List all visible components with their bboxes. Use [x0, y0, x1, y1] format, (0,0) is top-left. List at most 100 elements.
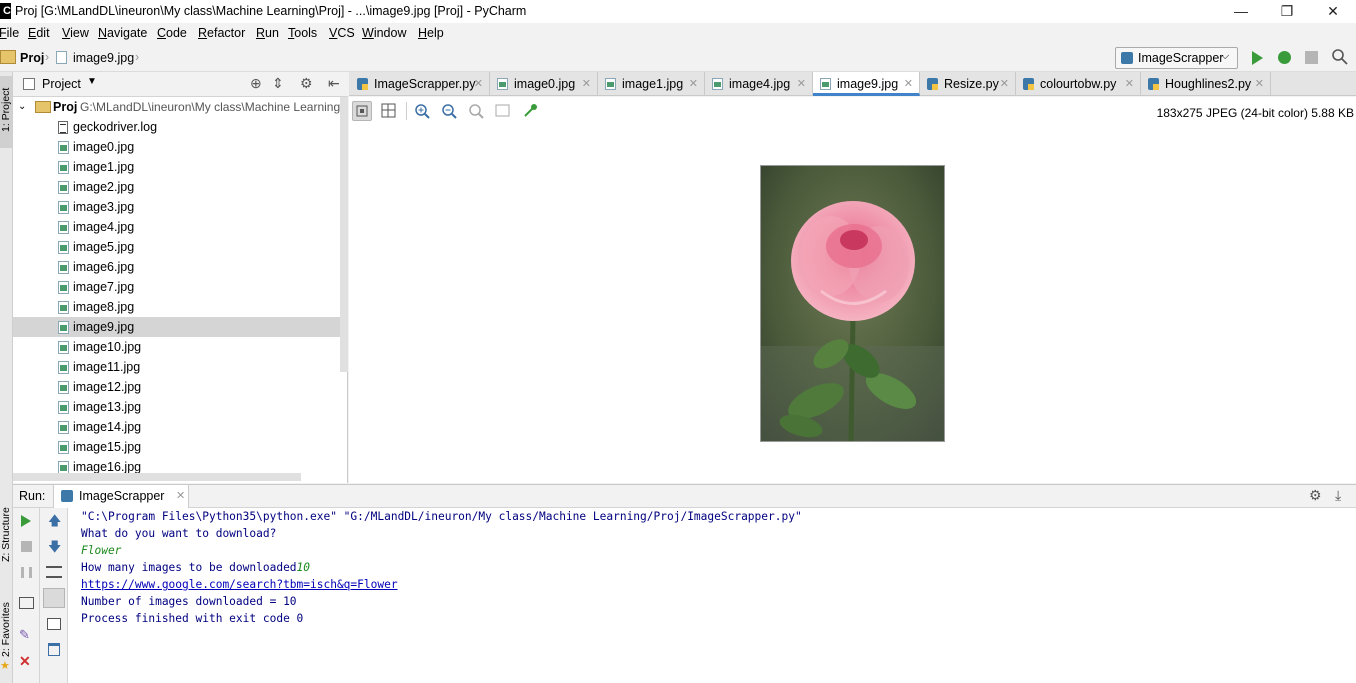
- run-configuration-select[interactable]: ImageScrapper ⌵: [1115, 47, 1238, 69]
- locate-icon[interactable]: ⊕: [250, 75, 262, 92]
- stop-icon[interactable]: [21, 541, 32, 552]
- minimize-button[interactable]: —: [1218, 0, 1264, 23]
- close-tab-icon[interactable]: ✕: [1255, 72, 1264, 96]
- tab-image4-jpg[interactable]: image4.jpg ✕: [705, 72, 813, 96]
- stop-icon[interactable]: [1305, 51, 1318, 64]
- project-panel-header: Project ▼ ⊕ ⇕ ⚙ ⇤: [13, 72, 348, 97]
- fit-zoom-icon[interactable]: [352, 101, 372, 121]
- console-prompt-text: How many images to be downloaded: [81, 561, 297, 574]
- close-icon[interactable]: ✕: [19, 653, 31, 670]
- tree-item[interactable]: image14.jpg: [13, 417, 348, 437]
- close-tab-icon[interactable]: ✕: [1125, 72, 1134, 96]
- color-picker-icon[interactable]: [520, 101, 540, 121]
- project-view-label[interactable]: Project: [42, 77, 81, 91]
- menu-edit[interactable]: Edit: [28, 26, 50, 40]
- arrow-up-icon[interactable]: 🡅: [48, 512, 61, 534]
- menu-navigate[interactable]: Navigate: [98, 26, 147, 40]
- soft-wrap-icon[interactable]: [46, 566, 62, 578]
- tab-imagescrapper-py[interactable]: ImageScrapper.py ✕: [350, 72, 490, 96]
- horizontal-scrollbar[interactable]: [13, 473, 301, 481]
- close-tab-icon[interactable]: ✕: [689, 72, 698, 96]
- close-tab-icon[interactable]: ✕: [904, 72, 913, 96]
- tree-item[interactable]: geckodriver.log: [13, 117, 348, 137]
- close-tab-icon[interactable]: ✕: [797, 72, 806, 96]
- print-icon[interactable]: [47, 618, 61, 630]
- tree-root-row[interactable]: ⌄ Proj G:\MLandDL\ineuron\My class\Machi…: [13, 97, 348, 117]
- favorites-tool-label[interactable]: 2: Favorites: [0, 602, 12, 657]
- menu-tools[interactable]: Tools: [288, 26, 317, 40]
- breadcrumb-project[interactable]: Proj: [20, 51, 44, 65]
- pin-icon[interactable]: ✎: [19, 627, 30, 643]
- arrow-down-icon[interactable]: 🡇: [48, 538, 61, 560]
- tree-item-label: image1.jpg: [73, 160, 135, 174]
- menu-help[interactable]: Help: [418, 26, 444, 40]
- structure-tool-label[interactable]: Z: Structure: [0, 507, 12, 562]
- tree-item[interactable]: image4.jpg: [13, 217, 348, 237]
- run-panel-label: Run:: [19, 489, 46, 503]
- vertical-scrollbar[interactable]: [340, 97, 348, 372]
- tree-item[interactable]: image2.jpg: [13, 177, 348, 197]
- tree-item[interactable]: image12.jpg: [13, 377, 348, 397]
- scroll-to-end-icon[interactable]: [43, 588, 65, 608]
- menu-file[interactable]: File: [0, 26, 19, 40]
- tree-item[interactable]: image11.jpg: [13, 357, 348, 377]
- layout-icon[interactable]: [19, 597, 34, 609]
- tab-label: ImageScrapper.py: [374, 77, 476, 91]
- tree-item[interactable]: image15.jpg: [13, 437, 348, 457]
- tab-image0-jpg[interactable]: image0.jpg ✕: [490, 72, 598, 96]
- breadcrumb-file[interactable]: image9.jpg: [73, 51, 134, 65]
- fit-window-icon[interactable]: [493, 101, 513, 121]
- left-tool-stripe: 1: Project Z: Structure 2: Favorites ★: [0, 72, 13, 683]
- menu-code[interactable]: Code: [157, 26, 187, 40]
- run-tab[interactable]: ImageScrapper ✕: [53, 485, 189, 508]
- menu-vcs[interactable]: VCS: [329, 26, 355, 40]
- menu-view[interactable]: View: [62, 26, 89, 40]
- pause-icon[interactable]: [21, 567, 32, 578]
- menu-window[interactable]: Window: [362, 26, 406, 40]
- close-tab-icon[interactable]: ✕: [176, 489, 185, 502]
- tab-image1-jpg[interactable]: image1.jpg ✕: [598, 72, 705, 96]
- actual-size-icon[interactable]: [466, 101, 486, 121]
- tree-item[interactable]: image5.jpg: [13, 237, 348, 257]
- tab-resize-py[interactable]: Resize.py ✕: [920, 72, 1016, 96]
- tree-item[interactable]: image0.jpg: [13, 137, 348, 157]
- python-file-icon: [357, 78, 368, 90]
- gear-icon[interactable]: ⚙: [1309, 487, 1322, 504]
- rerun-icon[interactable]: [21, 515, 31, 527]
- tree-item[interactable]: image6.jpg: [13, 257, 348, 277]
- close-window-button[interactable]: ✕: [1310, 0, 1356, 23]
- grid-icon[interactable]: [379, 101, 399, 121]
- console-link[interactable]: https://www.google.com/search?tbm=isch&q…: [81, 578, 398, 591]
- hide-panel-icon[interactable]: ⇤: [328, 75, 340, 92]
- collapse-all-icon[interactable]: ⇕: [272, 75, 284, 92]
- close-tab-icon[interactable]: ✕: [582, 72, 591, 96]
- maximize-button[interactable]: ❐: [1264, 0, 1310, 23]
- tab-houghlines2-py[interactable]: Houghlines2.py ✕: [1141, 72, 1271, 96]
- zoom-in-icon[interactable]: [412, 101, 432, 121]
- zoom-out-icon[interactable]: [439, 101, 459, 121]
- debug-icon[interactable]: [1278, 51, 1291, 64]
- tree-item-label: image5.jpg: [73, 240, 135, 254]
- tree-item[interactable]: image13.jpg: [13, 397, 348, 417]
- menu-refactor[interactable]: Refactor: [198, 26, 245, 40]
- gear-icon[interactable]: ⚙: [300, 75, 313, 92]
- tab-image9-jpg[interactable]: image9.jpg ✕: [813, 72, 920, 96]
- tab-colourtobw-py[interactable]: colourtobw.py ✕: [1016, 72, 1141, 96]
- run-icon[interactable]: [1252, 51, 1263, 65]
- close-tab-icon[interactable]: ✕: [474, 72, 483, 96]
- search-icon[interactable]: [1330, 47, 1350, 67]
- console-output[interactable]: "C:\Program Files\Python35\python.exe" "…: [68, 508, 1356, 683]
- tree-item-selected[interactable]: image9.jpg: [13, 317, 348, 337]
- menu-run[interactable]: Run: [256, 26, 279, 40]
- menu-refactor-mnemonic: R: [198, 26, 208, 40]
- run-toolbar-secondary: 🡅 🡇: [40, 508, 68, 683]
- chevron-down-icon[interactable]: ▼: [87, 76, 97, 87]
- close-tab-icon[interactable]: ✕: [1000, 72, 1009, 96]
- trash-icon[interactable]: [48, 643, 60, 656]
- tree-item[interactable]: image10.jpg: [13, 337, 348, 357]
- tree-item[interactable]: image8.jpg: [13, 297, 348, 317]
- tree-item[interactable]: image3.jpg: [13, 197, 348, 217]
- tree-item[interactable]: image1.jpg: [13, 157, 348, 177]
- hide-panel-icon[interactable]: ⤓: [1335, 487, 1341, 504]
- tree-item[interactable]: image7.jpg: [13, 277, 348, 297]
